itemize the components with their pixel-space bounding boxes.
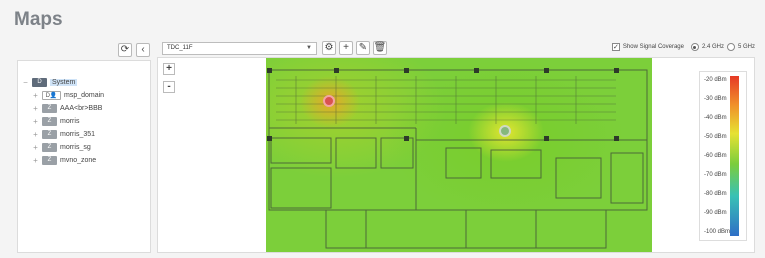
band-5-radio[interactable] bbox=[726, 43, 735, 51]
refresh-icon[interactable]: ⟳ bbox=[118, 43, 132, 57]
legend-tick: -50 dBm bbox=[704, 134, 727, 140]
page-title: Maps bbox=[14, 9, 63, 30]
access-point-marker[interactable] bbox=[323, 95, 335, 107]
domain-tree-panel: − D System + D👤 msp_domain + Z AAA<br>BB… bbox=[17, 60, 151, 253]
zone-badge: Z bbox=[42, 155, 57, 165]
floor-plan-heatmap[interactable] bbox=[266, 58, 652, 252]
add-icon[interactable]: + bbox=[339, 41, 353, 55]
legend-tick: -40 dBm bbox=[704, 115, 727, 121]
show-signal-checkbox[interactable]: ✓ bbox=[611, 43, 620, 51]
zone-badge: Z bbox=[42, 142, 57, 152]
chevron-down-icon: ▼ bbox=[306, 45, 312, 51]
expand-toggle[interactable]: + bbox=[32, 104, 39, 113]
tree-node-label[interactable]: morris_sg bbox=[60, 144, 91, 151]
coverage-options: ✓ Show Signal Coverage 2.4 GHz 5 GHz bbox=[611, 43, 755, 51]
expand-toggle[interactable]: + bbox=[32, 156, 39, 165]
legend-tick: -80 dBm bbox=[704, 191, 727, 197]
expand-toggle[interactable]: + bbox=[32, 130, 39, 139]
expand-toggle[interactable]: + bbox=[32, 143, 39, 152]
signal-color-scale bbox=[730, 76, 739, 236]
domain-badge: D👤 bbox=[42, 90, 61, 100]
zone-badge: Z bbox=[42, 103, 57, 113]
floor-select-value: TDC_11F bbox=[167, 45, 193, 51]
expand-toggle[interactable]: + bbox=[32, 91, 39, 100]
tree-node-label[interactable]: morris_351 bbox=[60, 131, 95, 138]
band-24-radio[interactable] bbox=[690, 43, 699, 51]
band-5-label: 5 GHz bbox=[737, 44, 755, 50]
collapse-toggle[interactable]: − bbox=[22, 78, 29, 87]
tree-node-aaa-bbb[interactable]: + Z AAA<br>BBB bbox=[32, 102, 102, 114]
expand-toggle[interactable]: + bbox=[32, 117, 39, 126]
tree-node-label[interactable]: morris bbox=[60, 118, 79, 125]
tree-node-label[interactable]: System bbox=[50, 78, 78, 86]
tree-node-mvno-zone[interactable]: + Z mvno_zone bbox=[32, 154, 96, 166]
tree-node-system[interactable]: − D System bbox=[22, 76, 78, 88]
legend-tick: -90 dBm bbox=[704, 210, 727, 216]
zoom-in-button[interactable]: + bbox=[163, 63, 175, 75]
tree-toolbar: ⟳ ‹ bbox=[118, 43, 150, 57]
signal-legend: -20 dBm -30 dBm -40 dBm -50 dBm -60 dBm … bbox=[699, 71, 747, 241]
zoom-out-button[interactable]: - bbox=[163, 81, 175, 93]
band-24-label: 2.4 GHz bbox=[701, 44, 724, 50]
tree-node-label[interactable]: mvno_zone bbox=[60, 157, 96, 164]
edit-icon[interactable]: ✎ bbox=[356, 41, 370, 55]
floor-plan-drawing bbox=[267, 68, 648, 249]
tree-node-msp-domain[interactable]: + D👤 msp_domain bbox=[32, 89, 104, 101]
tree-node-morris-351[interactable]: + Z morris_351 bbox=[32, 128, 95, 140]
gear-icon[interactable]: ⚙ bbox=[322, 41, 336, 55]
legend-tick: -30 dBm bbox=[704, 96, 727, 102]
show-signal-label: Show Signal Coverage bbox=[622, 44, 684, 50]
chevron-left-icon[interactable]: ‹ bbox=[136, 43, 150, 57]
tree-node-label[interactable]: msp_domain bbox=[64, 92, 104, 99]
tree-node-label[interactable]: AAA<br>BBB bbox=[60, 105, 102, 112]
map-toolbar: TDC_11F ▼ ⚙ + ✎ 🗑 bbox=[162, 41, 387, 55]
tree-node-morris[interactable]: + Z morris bbox=[32, 115, 79, 127]
legend-tick: -70 dBm bbox=[704, 172, 727, 178]
legend-tick: -100 dBm bbox=[704, 229, 731, 235]
legend-tick: -20 dBm bbox=[704, 77, 727, 83]
domain-badge: D bbox=[32, 77, 47, 87]
legend-tick: -60 dBm bbox=[704, 153, 727, 159]
tree-node-morris-sg[interactable]: + Z morris_sg bbox=[32, 141, 91, 153]
zone-badge: Z bbox=[42, 129, 57, 139]
map-panel[interactable]: + - -20 dBm -30 dBm -40 dBm -50 dBm -60 … bbox=[157, 57, 755, 253]
trash-icon[interactable]: 🗑 bbox=[373, 41, 387, 55]
zone-badge: Z bbox=[42, 116, 57, 126]
floor-select[interactable]: TDC_11F ▼ bbox=[162, 41, 317, 55]
access-point-marker[interactable] bbox=[499, 125, 511, 137]
